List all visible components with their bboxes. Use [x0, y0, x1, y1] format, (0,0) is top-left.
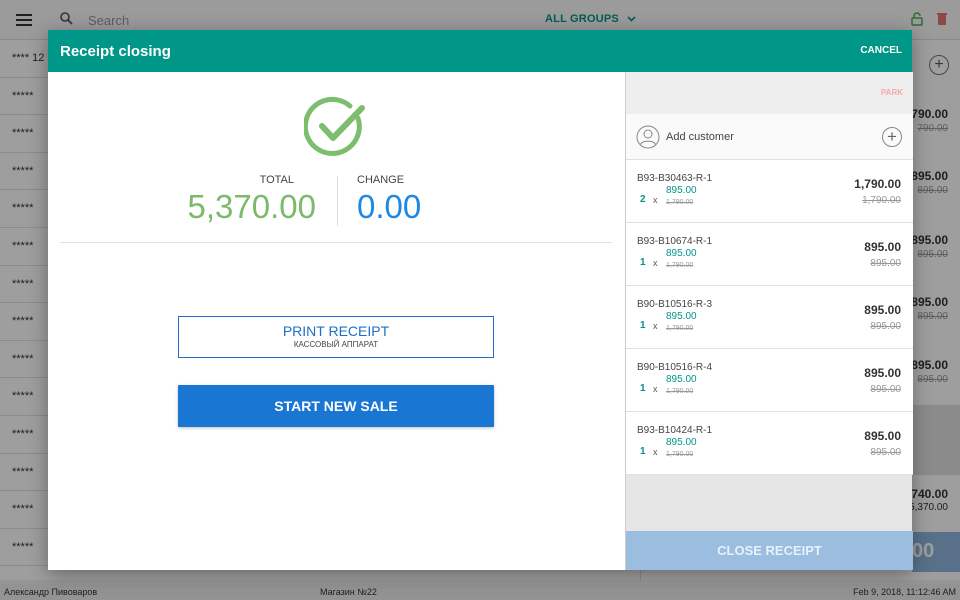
- item-total: 895.00: [864, 429, 901, 443]
- add-circle-icon[interactable]: +: [882, 127, 902, 147]
- start-new-sale-button[interactable]: START NEW SALE: [178, 385, 494, 427]
- item-unit-price: 895.00: [666, 374, 697, 385]
- item-total-old: 895.00: [870, 321, 901, 332]
- item-unit-old-price: 1,790.00: [666, 262, 694, 269]
- receipt-closing-dialog: Receipt closing CANCEL TOTAL 5,370.00 CH…: [48, 30, 913, 570]
- item-unit-price: 895.00: [666, 437, 697, 448]
- receipt-panel: PARK Add customer + B93-B30463-R-1 2 x 8…: [625, 72, 913, 570]
- check-circle-icon: [304, 97, 365, 156]
- cancel-button[interactable]: CANCEL: [860, 45, 902, 56]
- item-total-old: 1,790.00: [862, 195, 901, 206]
- item-total: 895.00: [864, 240, 901, 254]
- item-code: B93-B30463-R-1: [637, 173, 713, 184]
- change-value: 0.00: [357, 188, 422, 225]
- item-times: x: [653, 258, 658, 268]
- total-block: TOTAL 5,370.00: [148, 174, 316, 226]
- change-block: CHANGE 0.00: [357, 174, 507, 226]
- total-label: TOTAL: [259, 174, 294, 186]
- item-code: B93-B10424-R-1: [637, 425, 713, 436]
- item-unit-old-price: 1,790.00: [666, 199, 694, 206]
- divider: [60, 242, 612, 243]
- dialog-header: Receipt closing CANCEL: [48, 30, 912, 72]
- dialog-title: Receipt closing: [60, 43, 171, 60]
- change-label: CHANGE: [357, 174, 405, 186]
- payment-summary: TOTAL 5,370.00 CHANGE 0.00 PRINT RECEIPT…: [48, 72, 625, 570]
- item-total-old: 895.00: [870, 384, 901, 395]
- item-times: x: [653, 384, 658, 394]
- item-times: x: [653, 195, 658, 205]
- item-times: x: [653, 447, 658, 457]
- receipt-line[interactable]: B93-B30463-R-1 2 x 895.00 1,790.00 1,790…: [626, 160, 913, 223]
- receipt-line[interactable]: B93-B10424-R-1 1 x 895.00 1,790.00 895.0…: [626, 412, 913, 475]
- close-receipt-button[interactable]: CLOSE RECEIPT: [626, 531, 913, 570]
- receipt-line[interactable]: B90-B10516-R-4 1 x 895.00 1,790.00 895.0…: [626, 349, 913, 412]
- person-icon: [636, 125, 660, 149]
- item-unit-price: 895.00: [666, 185, 697, 196]
- item-unit-price: 895.00: [666, 248, 697, 259]
- item-unit-price: 895.00: [666, 311, 697, 322]
- add-customer-row[interactable]: Add customer +: [626, 114, 913, 160]
- item-qty: 2: [640, 194, 646, 205]
- item-total-old: 895.00: [870, 447, 901, 458]
- receipt-line[interactable]: B90-B10516-R-3 1 x 895.00 1,790.00 895.0…: [626, 286, 913, 349]
- park-button[interactable]: PARK: [881, 88, 903, 97]
- park-row: PARK: [626, 72, 913, 114]
- receipt-items: B93-B30463-R-1 2 x 895.00 1,790.00 1,790…: [626, 160, 913, 475]
- print-receipt-label: PRINT RECEIPT: [282, 323, 390, 339]
- item-qty: 1: [640, 257, 646, 268]
- item-qty: 1: [640, 446, 646, 457]
- total-value: 5,370.00: [187, 188, 316, 225]
- add-customer-label: Add customer: [666, 131, 734, 143]
- item-code: B90-B10516-R-3: [637, 299, 713, 310]
- item-total: 895.00: [864, 303, 901, 317]
- item-times: x: [653, 321, 658, 331]
- item-unit-old-price: 1,790.00: [666, 325, 694, 332]
- item-qty: 1: [640, 383, 646, 394]
- divider: [337, 176, 338, 226]
- item-unit-old-price: 1,790.00: [666, 451, 694, 458]
- print-receipt-sublabel: КАССОВЫЙ АППАРАТ: [293, 340, 379, 349]
- item-total-old: 895.00: [870, 258, 901, 269]
- item-code: B90-B10516-R-4: [637, 362, 713, 373]
- item-code: B93-B10674-R-1: [637, 236, 713, 247]
- item-unit-old-price: 1,790.00: [666, 388, 694, 395]
- print-receipt-button[interactable]: PRINT RECEIPT КАССОВЫЙ АППАРАТ: [178, 316, 494, 358]
- item-qty: 1: [640, 320, 646, 331]
- receipt-line[interactable]: B93-B10674-R-1 1 x 895.00 1,790.00 895.0…: [626, 223, 913, 286]
- item-total: 895.00: [864, 366, 901, 380]
- item-total: 1,790.00: [854, 177, 901, 191]
